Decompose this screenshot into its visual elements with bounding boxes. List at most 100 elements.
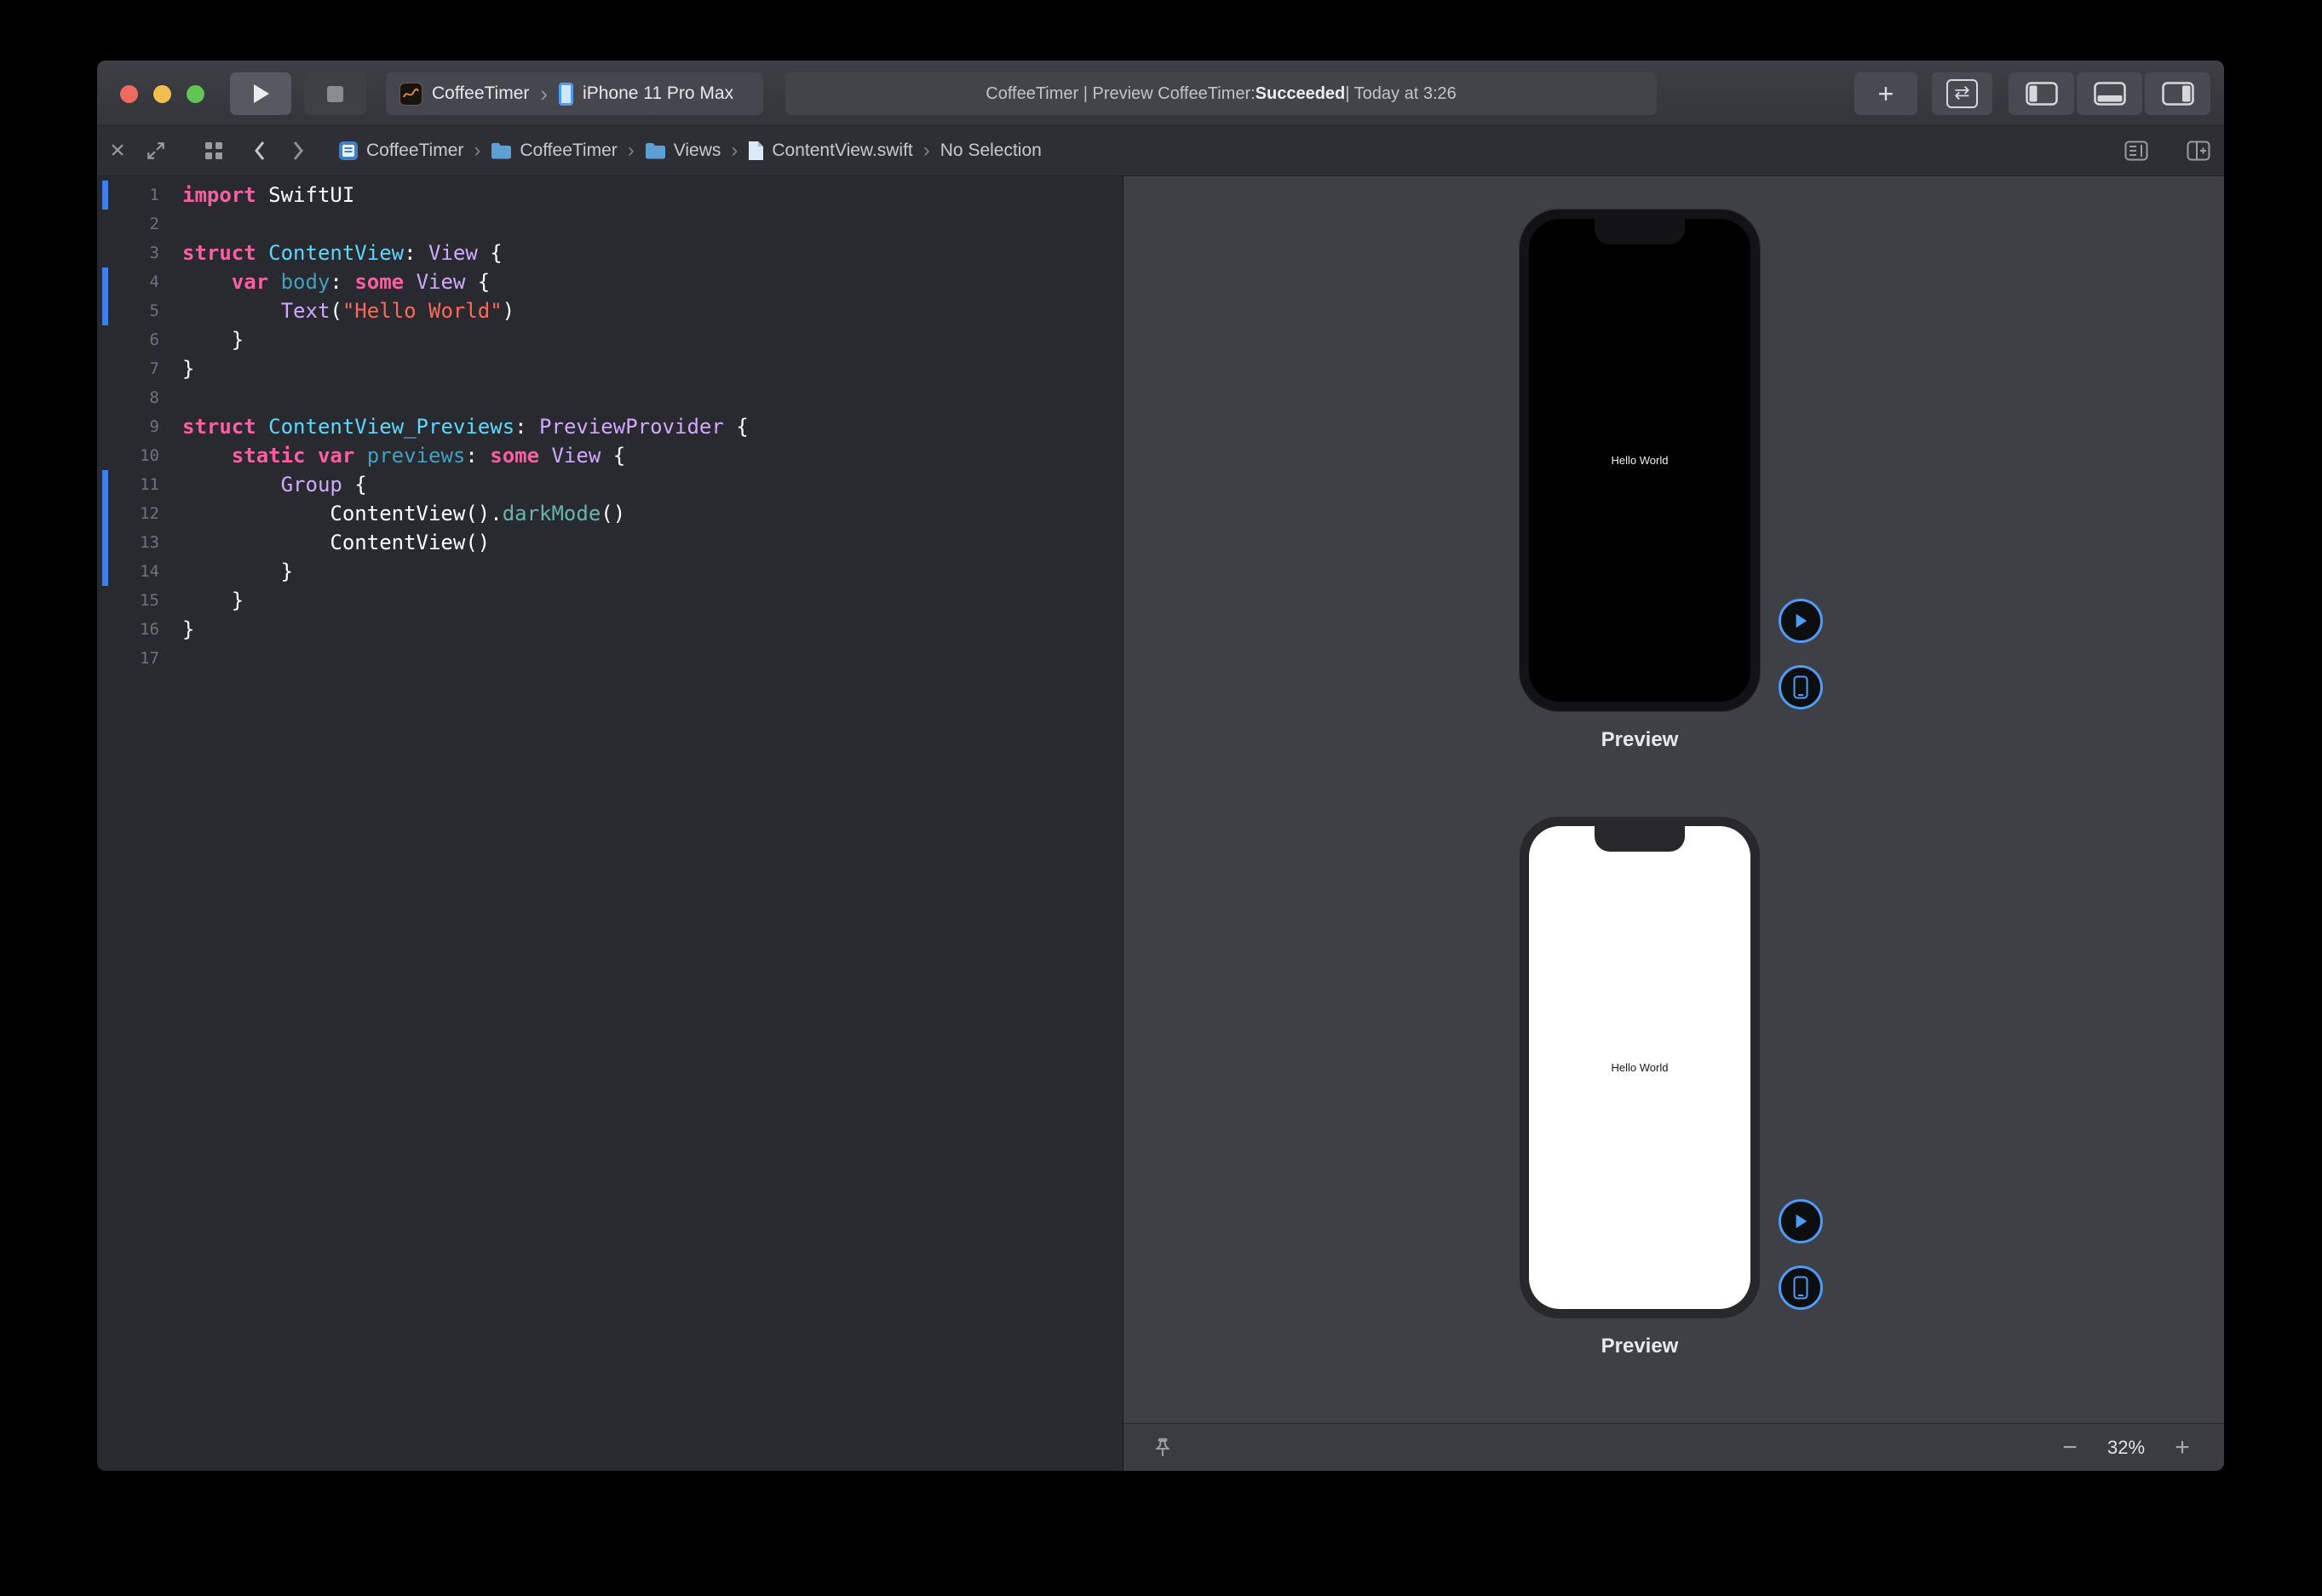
run-button[interactable] (230, 72, 291, 115)
breadcrumb-item-folder-coffeetimer[interactable]: CoffeeTimer (491, 141, 617, 161)
line-number: 14 (97, 557, 182, 586)
zoom-out-button[interactable]: − (2050, 1435, 2089, 1461)
preview-label[interactable]: Preview (1520, 728, 1760, 752)
line-number: 5 (97, 296, 182, 325)
navigator-toggle-button[interactable] (2009, 72, 2074, 115)
iphone-preview-dark[interactable]: Hello World (1520, 210, 1760, 711)
code-line[interactable]: } (182, 557, 1122, 586)
related-items-button[interactable] (199, 135, 228, 166)
code-line[interactable]: var body: some View { (182, 267, 1122, 296)
scheme-device-name: iPhone 11 Pro Max (583, 83, 733, 104)
preview-label[interactable]: Preview (1520, 1335, 1760, 1358)
chevron-separator-icon: › (474, 141, 480, 161)
line-number: 2 (97, 210, 182, 238)
code-line[interactable]: } (182, 586, 1122, 615)
iphone-notch (1595, 219, 1685, 244)
breadcrumb-label: Views (674, 141, 721, 161)
close-icon: × (110, 138, 125, 164)
code-review-button[interactable]: ⇄ (1932, 72, 1992, 115)
breadcrumb-item-selection[interactable]: No Selection (940, 141, 1042, 161)
code-line[interactable]: struct ContentView: View { (182, 238, 1122, 267)
code-line[interactable] (182, 383, 1122, 412)
preview-canvas: Hello World Preview Hello World Preview (1123, 176, 2224, 1471)
line-number: 9 (97, 412, 182, 441)
iphone-preview-light[interactable]: Hello World (1520, 817, 1760, 1318)
enlarge-editor-button[interactable] (141, 135, 170, 166)
chevron-separator-icon: › (923, 141, 930, 161)
xcode-window: CoffeeTimer › iPhone 11 Pro Max CoffeeTi… (97, 60, 2224, 1471)
status-text-prefix: CoffeeTimer | Preview CoffeeTimer: (986, 84, 1255, 104)
scheme-app-name: CoffeeTimer (432, 83, 529, 104)
hello-world-text: Hello World (1612, 454, 1669, 467)
hello-world-text: Hello World (1612, 1061, 1669, 1074)
add-editor-button[interactable] (2184, 135, 2213, 166)
breadcrumb-label: CoffeeTimer (366, 141, 463, 161)
stop-button[interactable] (304, 72, 366, 115)
zoom-window-button[interactable] (187, 85, 204, 103)
line-number: 12 (97, 499, 182, 528)
editor-options-icon (2124, 141, 2148, 161)
line-number: 7 (97, 354, 182, 383)
status-text-result: Succeeded (1256, 84, 1346, 104)
device-icon (1793, 1276, 1808, 1300)
line-number: 15 (97, 586, 182, 615)
breadcrumb-item-project[interactable]: CoffeeTimer (338, 141, 463, 161)
live-preview-button[interactable] (1779, 1199, 1823, 1243)
chevron-separator-icon: › (538, 83, 549, 105)
editor-options-button[interactable] (2122, 135, 2151, 166)
preview-on-device-button[interactable] (1779, 665, 1823, 709)
code-line[interactable]: static var previews: some View { (182, 441, 1122, 470)
preview-on-device-button[interactable] (1779, 1266, 1823, 1310)
back-button[interactable] (245, 135, 274, 166)
grid-icon (204, 141, 224, 161)
close-window-button[interactable] (120, 85, 138, 103)
code-line[interactable]: ContentView() (182, 528, 1122, 557)
code-line[interactable] (182, 210, 1122, 238)
line-number: 8 (97, 383, 182, 412)
line-number: 6 (97, 325, 182, 354)
code-line[interactable] (182, 644, 1122, 673)
zoom-controls: − 32% + (2050, 1435, 2202, 1461)
bottom-panel-icon (2094, 82, 2126, 106)
build-status-display: CoffeeTimer | Preview CoffeeTimer: Succe… (785, 72, 1657, 115)
library-button[interactable]: + (1854, 72, 1917, 115)
iphone-screen-dark: Hello World (1529, 219, 1750, 702)
code-line[interactable]: } (182, 615, 1122, 644)
code-line[interactable]: Text("Hello World") (182, 296, 1122, 325)
status-text-suffix: | Today at 3:26 (1345, 84, 1456, 104)
chevron-right-icon (290, 139, 306, 163)
live-preview-button[interactable] (1779, 599, 1823, 643)
play-icon (251, 83, 270, 105)
code-line[interactable]: } (182, 354, 1122, 383)
minimize-window-button[interactable] (153, 85, 171, 103)
zoom-in-button[interactable]: + (2163, 1435, 2202, 1461)
code-line[interactable]: ContentView().darkMode() (182, 499, 1122, 528)
breadcrumb-item-file[interactable]: ContentView.swift (748, 141, 912, 161)
forward-button[interactable] (284, 135, 313, 166)
code-line[interactable]: struct ContentView_Previews: PreviewProv… (182, 412, 1122, 441)
inspector-toggle-button[interactable] (2145, 72, 2210, 115)
source-editor[interactable]: 1234567891011121314151617 import SwiftUI… (97, 176, 1122, 1471)
close-editor-button[interactable]: × (103, 135, 132, 166)
breadcrumb-label: CoffeeTimer (520, 141, 617, 161)
debug-area-toggle-button[interactable] (2077, 72, 2142, 115)
canvas-bottom-bar: − 32% + (1124, 1423, 2224, 1471)
code-area[interactable]: import SwiftUI struct ContentView: View {… (182, 181, 1122, 1471)
breadcrumb-item-folder-views[interactable]: Views (645, 141, 721, 161)
breadcrumb-label: ContentView.swift (772, 141, 912, 161)
swift-file-icon (748, 141, 764, 161)
line-number: 16 (97, 615, 182, 644)
pin-button[interactable] (1152, 1437, 1174, 1459)
add-editor-icon (2187, 141, 2210, 161)
line-number: 17 (97, 644, 182, 673)
scheme-selector[interactable]: CoffeeTimer › iPhone 11 Pro Max (386, 72, 763, 115)
project-icon (338, 141, 359, 161)
code-line[interactable]: import SwiftUI (182, 181, 1122, 210)
chevron-separator-icon: › (628, 141, 635, 161)
plus-icon: + (1878, 78, 1894, 110)
line-number: 10 (97, 441, 182, 470)
play-icon (1793, 611, 1808, 630)
code-line[interactable]: } (182, 325, 1122, 354)
code-line[interactable]: Group { (182, 470, 1122, 499)
folder-icon (491, 142, 512, 159)
